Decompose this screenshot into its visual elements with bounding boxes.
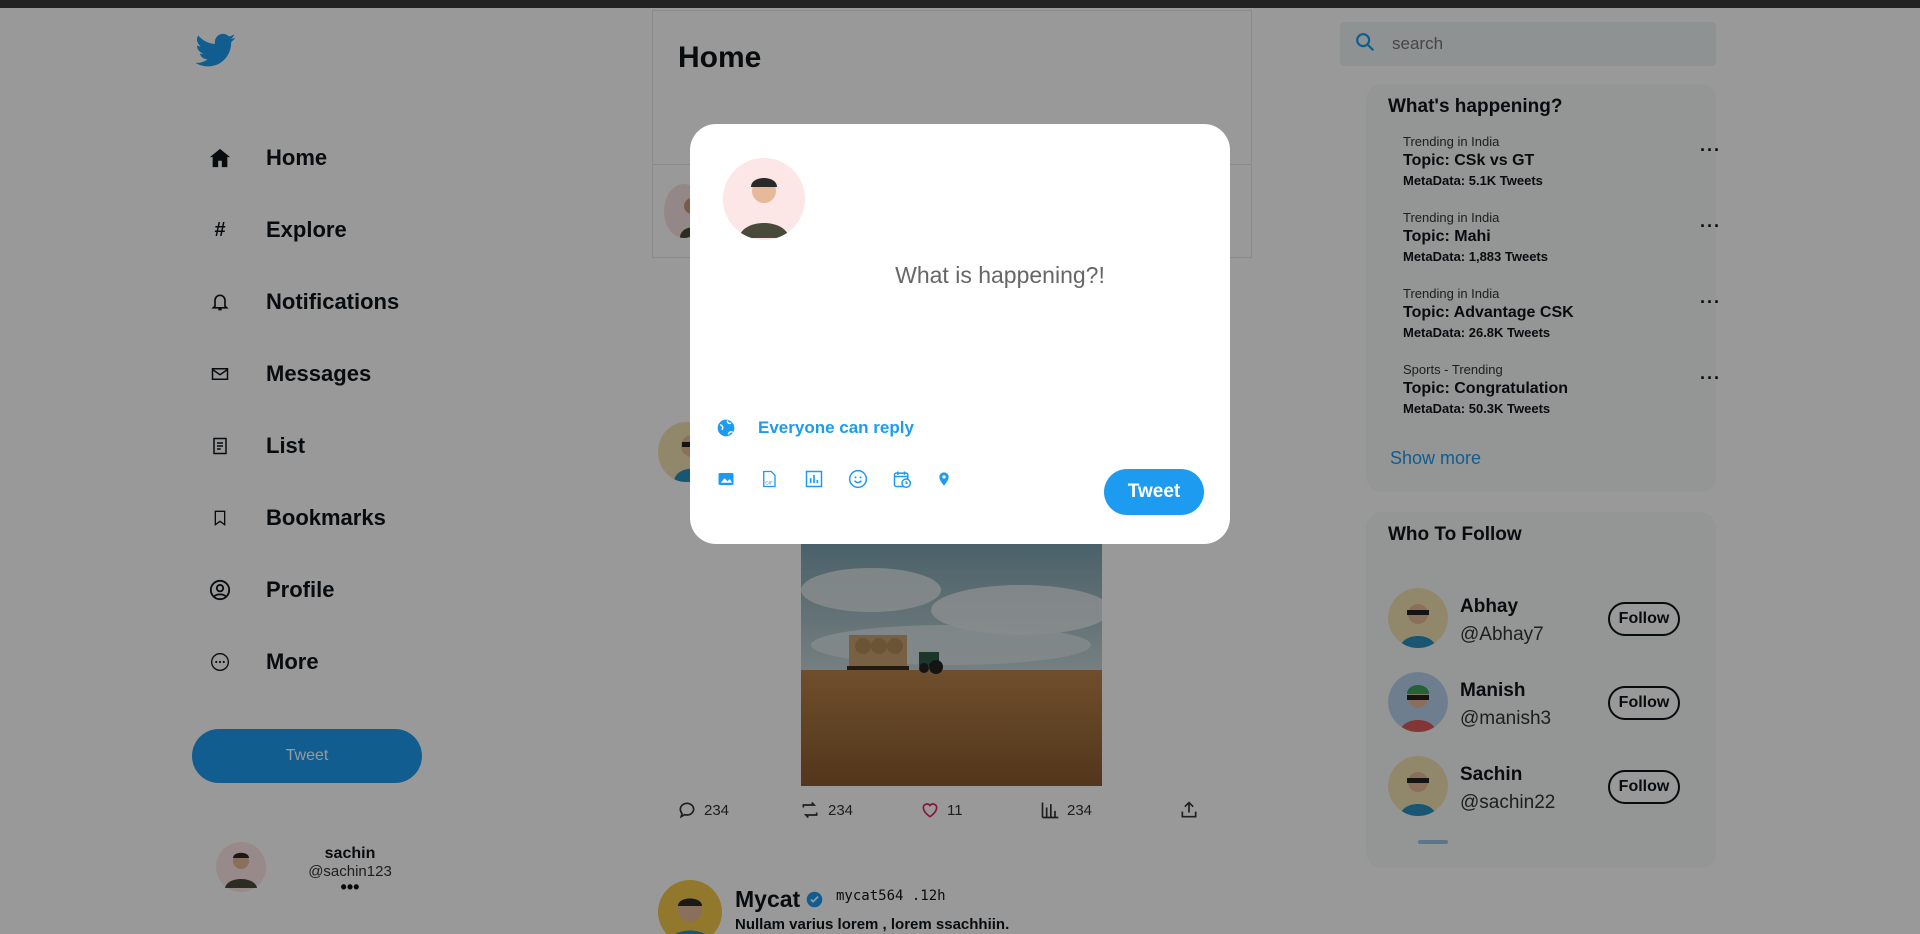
globe-icon <box>717 419 735 437</box>
avatar <box>723 158 805 240</box>
tweet-submit-button[interactable]: Tweet <box>1104 469 1204 515</box>
image-icon[interactable] <box>716 467 760 491</box>
compose-toolbar: GIF <box>716 467 980 491</box>
gif-icon[interactable]: GIF <box>760 467 804 491</box>
compose-tweet-dialog: Everyone can reply GIF Tweet <box>690 124 1230 544</box>
compose-input[interactable] <box>810 262 1190 382</box>
emoji-icon[interactable] <box>848 467 892 491</box>
schedule-icon[interactable] <box>892 467 936 491</box>
location-icon[interactable] <box>936 467 980 491</box>
reply-setting-label: Everyone can reply <box>758 418 914 437</box>
poll-icon[interactable] <box>804 467 848 491</box>
svg-text:GIF: GIF <box>765 480 773 486</box>
reply-setting[interactable]: Everyone can reply <box>716 418 914 438</box>
